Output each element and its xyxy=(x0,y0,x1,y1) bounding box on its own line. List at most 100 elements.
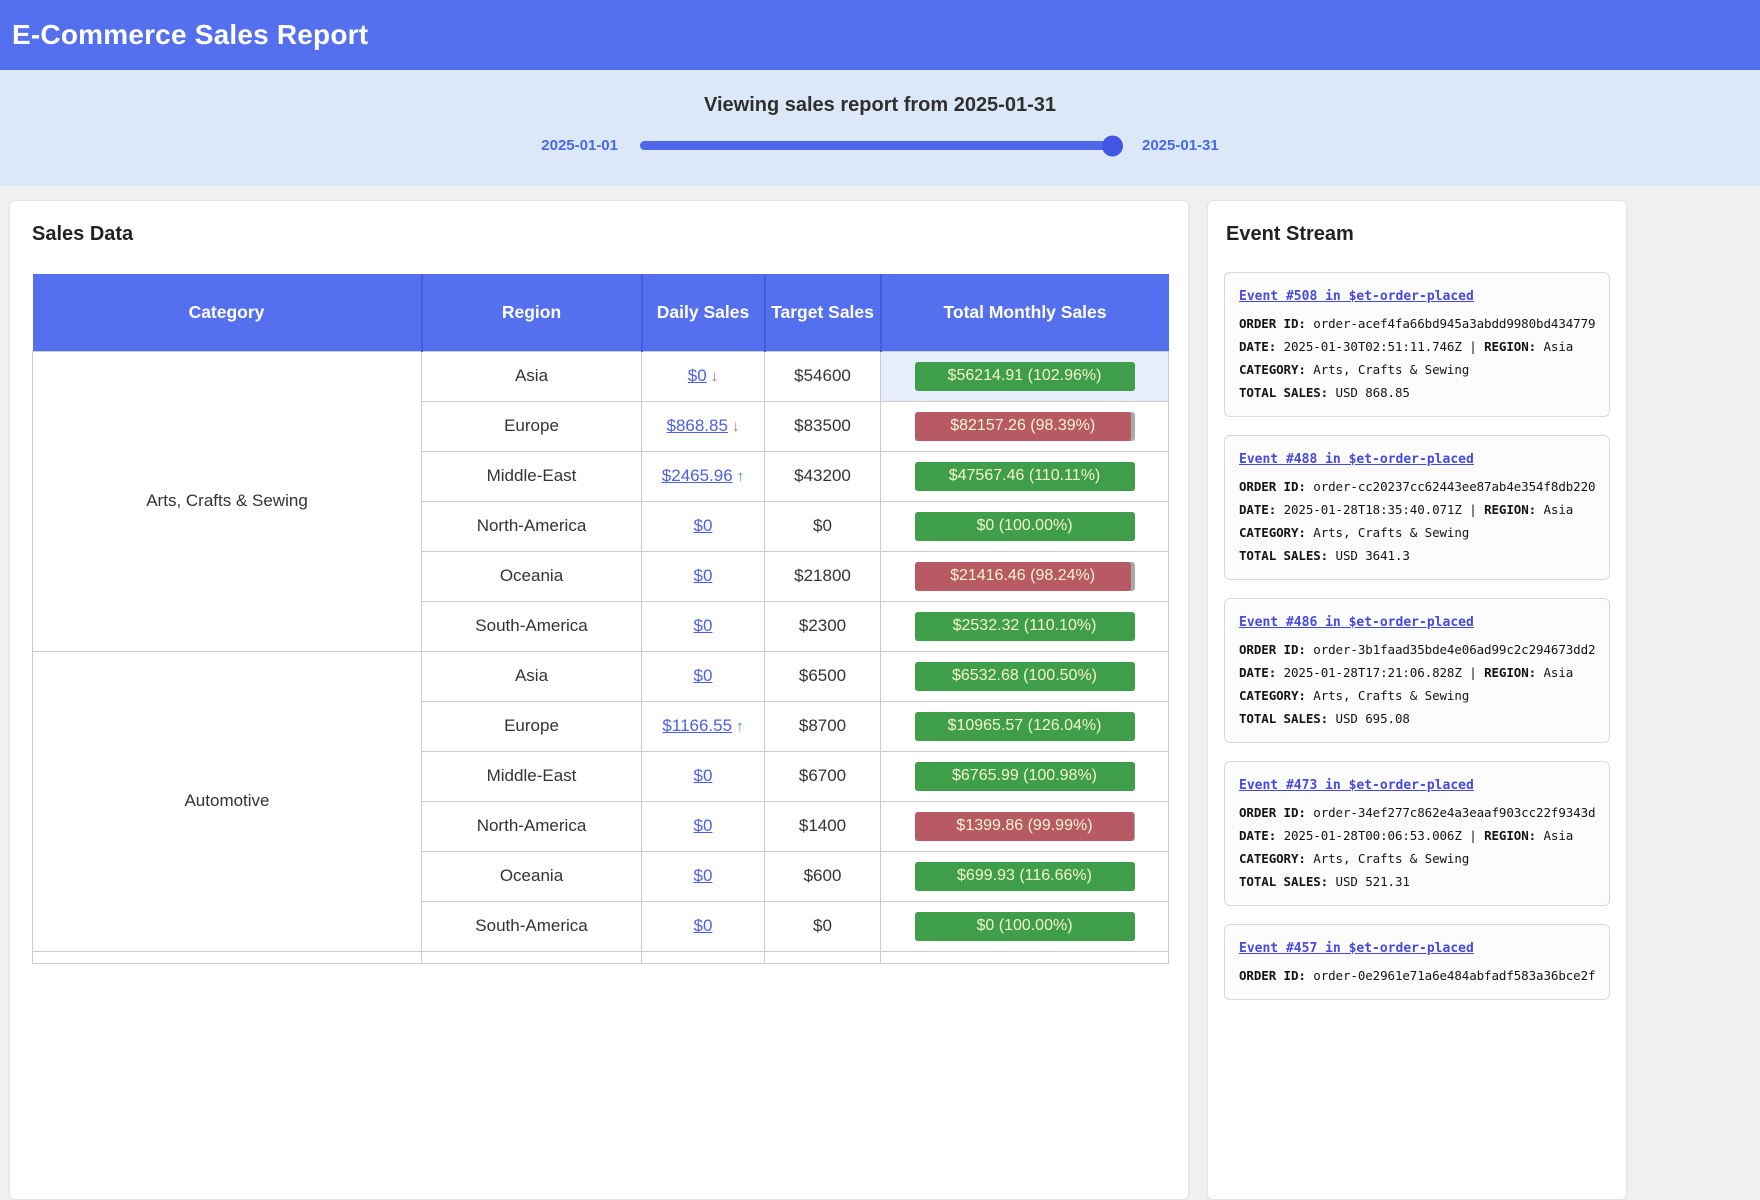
event-link[interactable]: Event #508 in $et-order-placed xyxy=(1239,289,1474,304)
target-sales-cell: $1400 xyxy=(765,801,881,851)
daily-sales-link[interactable]: $0 xyxy=(694,766,713,785)
event-card: Event #473 in $et-order-placedORDER ID: … xyxy=(1224,761,1610,906)
target-sales-cell: $83500 xyxy=(765,401,881,451)
event-link[interactable]: Event #486 in $et-order-placed xyxy=(1239,615,1474,630)
event-link[interactable]: Event #488 in $et-order-placed xyxy=(1239,452,1474,467)
partial-cell xyxy=(33,951,422,963)
target-sales-cell: $43200 xyxy=(765,451,881,501)
monthly-sales-cell: $10965.57 (126.04%) xyxy=(881,701,1169,751)
daily-sales-link[interactable]: $0 xyxy=(694,616,713,635)
event-link[interactable]: Event #473 in $et-order-placed xyxy=(1239,778,1474,793)
sales-table-header: Category Region Daily Sales Target Sales… xyxy=(33,274,1169,351)
page-title: E-Commerce Sales Report xyxy=(12,19,368,51)
daily-sales-cell: $0↓ xyxy=(642,351,765,401)
event-field-line: TOTAL SALES: USD 3641.3 xyxy=(1239,544,1595,567)
event-stream-title: Event Stream xyxy=(1226,223,1610,246)
column-header-daily-sales: Daily Sales xyxy=(642,274,765,351)
column-header-target-sales: Target Sales xyxy=(765,274,881,351)
table-row: AutomotiveAsia$0$6500$6532.68 (100.50%) xyxy=(33,651,1169,701)
event-card: Event #488 in $et-order-placed ORDER ID: … xyxy=(1224,435,1610,580)
daily-sales-link[interactable]: $0 xyxy=(694,816,713,835)
slider-thumb[interactable] xyxy=(1102,135,1123,156)
table-row: Arts, Crafts & SewingAsia$0↓$54600$56214… xyxy=(33,351,1169,401)
event-field-line: TOTAL SALES: USD 521.31 xyxy=(1239,870,1595,893)
monthly-sales-badge: $56214.91 (102.96%) xyxy=(915,362,1135,391)
report-controls: Viewing sales report from 2025-01-31 202… xyxy=(0,70,1760,186)
sales-table: Category Region Daily Sales Target Sales… xyxy=(32,274,1169,964)
event-field-label: ORDER ID: xyxy=(1239,479,1306,494)
monthly-sales-cell: $699.93 (116.66%) xyxy=(881,851,1169,901)
event-field-line: DATE: 2025-01-28T17:21:06.828Z | REGION:… xyxy=(1239,661,1595,684)
daily-sales-link[interactable]: $2465.96 xyxy=(662,466,733,485)
event-field-label: DATE: xyxy=(1239,502,1276,517)
target-sales-cell: $8700 xyxy=(765,701,881,751)
region-cell: South-America xyxy=(422,601,642,651)
region-cell: Asia xyxy=(422,351,642,401)
date-slider[interactable] xyxy=(640,141,1120,150)
daily-sales-link[interactable]: $0 xyxy=(694,866,713,885)
event-stream-panel: Event Stream Event #508 in $et-order-pla… xyxy=(1207,200,1627,1200)
event-field-line: CATEGORY: Arts, Crafts & Sewing xyxy=(1239,521,1595,544)
event-field-line: CATEGORY: Arts, Crafts & Sewing xyxy=(1239,847,1595,870)
daily-sales-link[interactable]: $868.85 xyxy=(667,416,728,435)
daily-sales-cell: $0 xyxy=(642,901,765,951)
event-field-line: ORDER ID: order-0e2961e71a6e484abfadf583… xyxy=(1239,964,1595,987)
monthly-sales-badge: $2532.32 (110.10%) xyxy=(915,612,1135,641)
event-field-label: DATE: xyxy=(1239,665,1276,680)
daily-sales-link[interactable]: $0 xyxy=(694,916,713,935)
monthly-sales-track: $1399.86 (99.99%) xyxy=(915,812,1135,841)
event-link[interactable]: Event #457 in $et-order-placed xyxy=(1239,941,1474,956)
daily-sales-link[interactable]: $0 xyxy=(694,516,713,535)
region-cell: Middle-East xyxy=(422,451,642,501)
category-cell: Automotive xyxy=(33,651,422,951)
target-sales-cell: $6700 xyxy=(765,751,881,801)
event-field-label: DATE: xyxy=(1239,339,1276,354)
daily-sales-link[interactable]: $0 xyxy=(694,566,713,585)
event-field-label: REGION: xyxy=(1484,339,1536,354)
monthly-sales-badge: $47567.46 (110.11%) xyxy=(915,462,1135,491)
monthly-sales-badge: $21416.46 (98.24%) xyxy=(915,562,1131,591)
monthly-sales-cell: $82157.26 (98.39%) xyxy=(881,401,1169,451)
monthly-sales-track: $0 (100.00%) xyxy=(915,512,1135,541)
monthly-sales-track: $6765.99 (100.98%) xyxy=(915,762,1135,791)
table-row-partial xyxy=(33,951,1169,963)
daily-sales-cell: $0 xyxy=(642,501,765,551)
event-field-line: ORDER ID: order-cc20237cc62443ee87ab4e35… xyxy=(1239,475,1595,498)
report-heading: Viewing sales report from 2025-01-31 xyxy=(0,94,1760,117)
monthly-sales-badge: $6532.68 (100.50%) xyxy=(915,662,1135,691)
slider-start-label: 2025-01-01 xyxy=(541,137,618,154)
daily-sales-cell: $0 xyxy=(642,551,765,601)
monthly-sales-track: $47567.46 (110.11%) xyxy=(915,462,1135,491)
event-field-label: ORDER ID: xyxy=(1239,805,1306,820)
event-field-label: CATEGORY: xyxy=(1239,362,1306,377)
monthly-sales-track: $82157.26 (98.39%) xyxy=(915,412,1135,441)
event-field-line: ORDER ID: order-acef4fa66bd945a3abdd9980… xyxy=(1239,312,1595,335)
event-field-label: TOTAL SALES: xyxy=(1239,711,1328,726)
daily-sales-link[interactable]: $1166.55 xyxy=(662,716,732,735)
event-field-label: DATE: xyxy=(1239,828,1276,843)
event-field-line: TOTAL SALES: USD 868.85 xyxy=(1239,381,1595,404)
target-sales-cell: $0 xyxy=(765,901,881,951)
daily-sales-cell: $0 xyxy=(642,851,765,901)
event-field-label: CATEGORY: xyxy=(1239,688,1306,703)
event-card: Event #508 in $et-order-placed ORDER ID: … xyxy=(1224,272,1610,417)
sales-table-body: Arts, Crafts & SewingAsia$0↓$54600$56214… xyxy=(33,351,1169,963)
region-cell: Middle-East xyxy=(422,751,642,801)
target-sales-cell: $2300 xyxy=(765,601,881,651)
daily-sales-link[interactable]: $0 xyxy=(694,666,713,685)
partial-cell xyxy=(881,951,1169,963)
trend-down-icon: ↓ xyxy=(732,418,740,435)
monthly-sales-cell: $47567.46 (110.11%) xyxy=(881,451,1169,501)
daily-sales-cell: $0 xyxy=(642,801,765,851)
monthly-sales-cell: $21416.46 (98.24%) xyxy=(881,551,1169,601)
event-field-label: TOTAL SALES: xyxy=(1239,874,1328,889)
daily-sales-cell: $1166.55↑ xyxy=(642,701,765,751)
target-sales-cell: $21800 xyxy=(765,551,881,601)
region-cell: Europe xyxy=(422,701,642,751)
column-header-total-monthly-sales: Total Monthly Sales xyxy=(881,274,1169,351)
monthly-sales-cell: $2532.32 (110.10%) xyxy=(881,601,1169,651)
monthly-sales-badge: $10965.57 (126.04%) xyxy=(915,712,1135,741)
monthly-sales-track: $6532.68 (100.50%) xyxy=(915,662,1135,691)
daily-sales-link[interactable]: $0 xyxy=(688,366,707,385)
region-cell: Asia xyxy=(422,651,642,701)
